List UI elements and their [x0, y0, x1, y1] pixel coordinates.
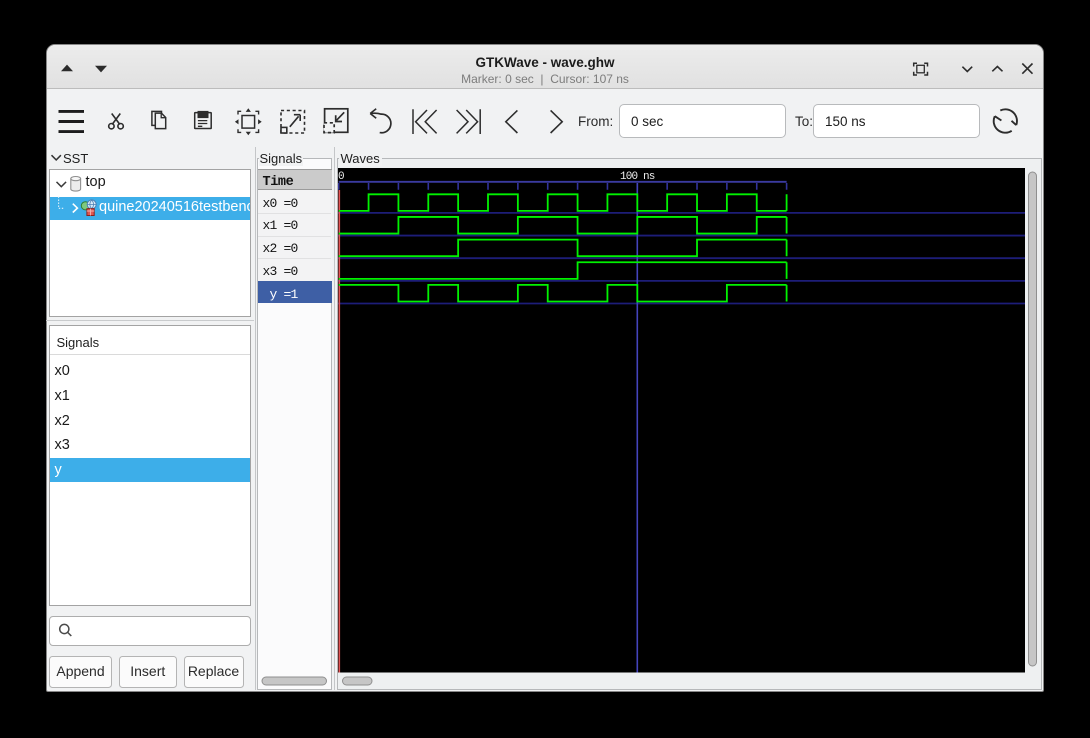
svg-text:0: 0	[338, 171, 344, 183]
svg-text:100 ns: 100 ns	[620, 171, 655, 183]
